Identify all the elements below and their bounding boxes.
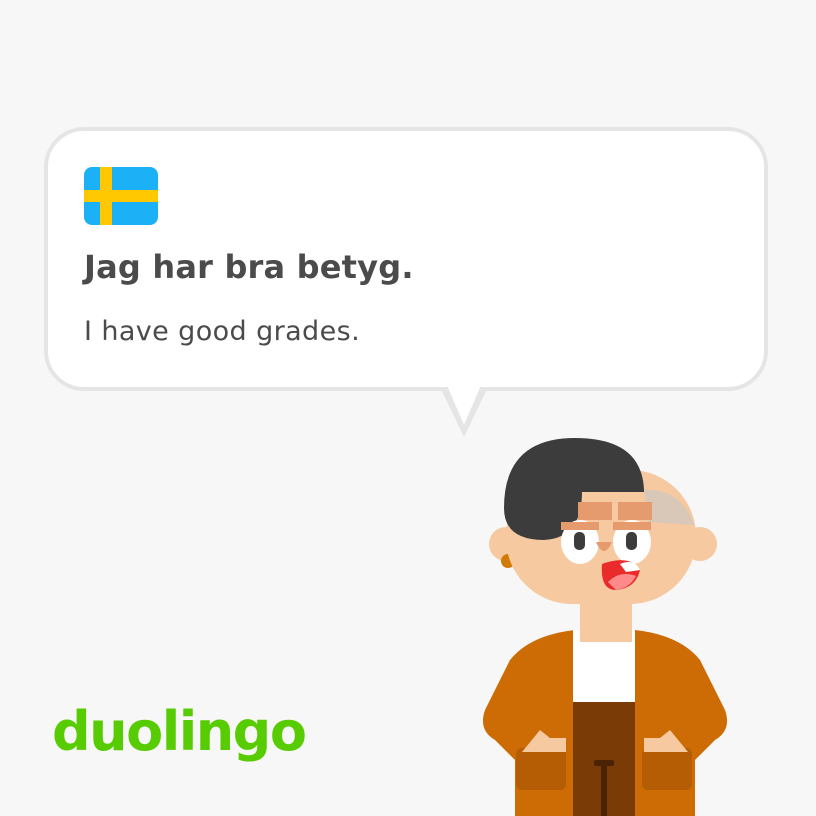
sweden-flag-icon <box>84 167 158 225</box>
character-illustration <box>482 438 728 816</box>
promo-card: Jag har bra betyg. I have good grades. d… <box>0 0 816 816</box>
phrase-text: Jag har bra betyg. <box>84 248 414 286</box>
translation-text: I have good grades. <box>84 316 361 347</box>
duolingo-logo: duolingo <box>52 700 307 763</box>
